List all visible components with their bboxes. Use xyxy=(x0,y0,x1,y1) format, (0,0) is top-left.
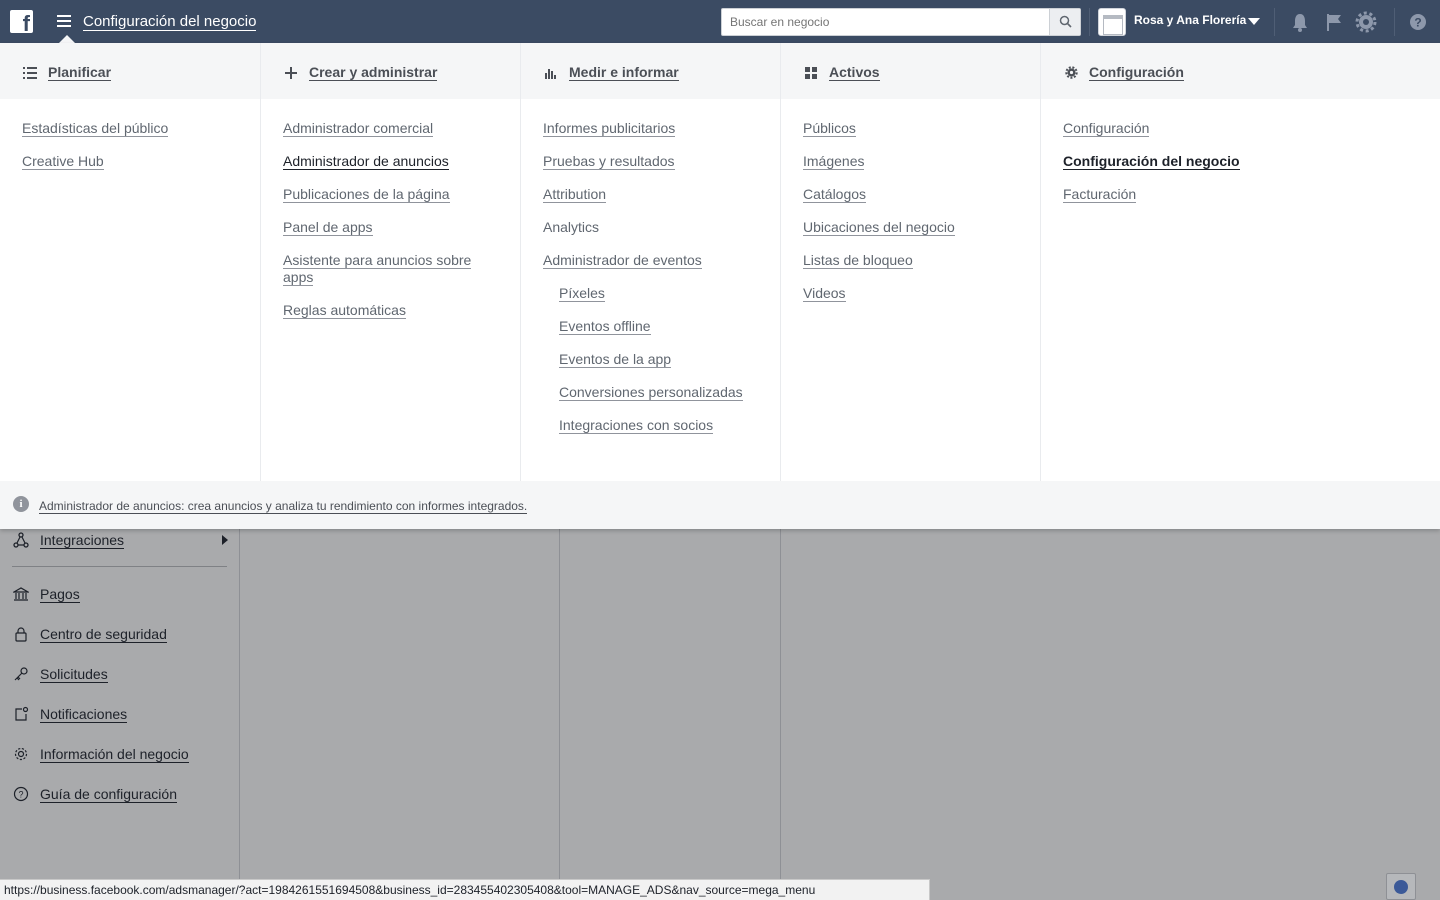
business-account-name[interactable]: Rosa y Ana Florería xyxy=(1134,13,1246,27)
sidebar-item-label: Solicitudes xyxy=(40,665,108,683)
menu-column-medir-e-informar: Medir e informar Informes publicitarios … xyxy=(521,43,781,481)
sidebar-item-label: Información del negocio xyxy=(40,745,189,763)
sidebar-item-label: Integraciones xyxy=(40,531,125,549)
menu-link[interactable]: Creative Hub xyxy=(22,153,237,170)
lock-icon xyxy=(12,625,30,643)
sidebar-item-pagos[interactable]: Pagos xyxy=(12,584,80,604)
mega-menu: Planificar Estadísticas del público Crea… xyxy=(0,43,1440,529)
sidebar-item-label: Pagos xyxy=(40,585,80,603)
settings-gear-icon[interactable] xyxy=(1355,11,1377,33)
menu-link[interactable]: Listas de bloqueo xyxy=(803,252,1018,269)
menu-column-activos: Activos Públicos Imágenes Catálogos Ubic… xyxy=(781,43,1041,481)
sidebar-item-informacion-del-negocio[interactable]: Información del negocio xyxy=(12,744,189,764)
column-divider xyxy=(780,528,781,880)
svg-text:?: ? xyxy=(18,790,23,800)
sidebar-item-integraciones[interactable]: Integraciones xyxy=(12,530,125,550)
menu-link[interactable]: Ubicaciones del negocio xyxy=(803,219,1018,236)
menu-link[interactable]: Imágenes xyxy=(803,153,1018,170)
sidebar-item-label: Centro de seguridad xyxy=(40,625,167,643)
sidebar-item-label: Notificaciones xyxy=(40,705,128,723)
notification-icon xyxy=(12,705,30,723)
menu-link-active[interactable]: Configuración del negocio xyxy=(1063,153,1278,170)
menu-sublink[interactable]: Eventos de la app xyxy=(559,351,774,368)
network-icon xyxy=(12,531,30,549)
search-input[interactable] xyxy=(722,9,1050,35)
column-heading-label: Planificar xyxy=(48,64,112,81)
key-icon xyxy=(12,665,30,683)
chevron-down-icon[interactable] xyxy=(1248,18,1260,25)
menu-column-planificar: Planificar Estadísticas del público Crea… xyxy=(0,43,261,481)
menu-link[interactable]: Administrador comercial xyxy=(283,120,498,137)
column-heading-label: Medir e informar xyxy=(569,64,679,81)
search-icon xyxy=(1059,15,1072,28)
menu-link[interactable]: Attribution xyxy=(543,186,758,203)
page-title[interactable]: Configuración del negocio xyxy=(83,13,257,31)
flag-icon[interactable] xyxy=(1323,11,1345,33)
menu-link[interactable]: Configuración xyxy=(1063,120,1278,137)
menu-link[interactable]: Publicaciones de la página xyxy=(283,186,498,203)
sidebar-item-centro-de-seguridad[interactable]: Centro de seguridad xyxy=(12,624,167,644)
mega-menu-footer: i Administrador de anuncios: crea anunci… xyxy=(0,481,1440,529)
list-icon xyxy=(22,65,38,81)
chevron-right-icon xyxy=(222,535,228,545)
bar-chart-icon xyxy=(543,65,559,81)
sidebar-item-notificaciones[interactable]: Notificaciones xyxy=(12,704,128,724)
menu-column-crear-y-administrar: Crear y administrar Administrador comerc… xyxy=(261,43,521,481)
sidebar-item-solicitudes[interactable]: Solicitudes xyxy=(12,664,108,684)
facebook-logo-icon[interactable]: f xyxy=(10,10,33,33)
column-divider xyxy=(559,528,560,880)
menu-link[interactable]: Informes publicitarios xyxy=(543,120,758,137)
menu-link[interactable]: Videos xyxy=(803,285,1018,302)
help-icon[interactable]: ? xyxy=(1407,11,1429,33)
top-navigation-bar: f Configuración del negocio Rosa y Ana F… xyxy=(0,0,1440,43)
column-heading-configuracion[interactable]: Configuración xyxy=(1063,64,1184,81)
menu-link[interactable]: Catálogos xyxy=(803,186,1018,203)
column-heading-medir-e-informar[interactable]: Medir e informar xyxy=(543,64,679,81)
divider xyxy=(1089,8,1090,36)
divider xyxy=(1274,8,1275,36)
sidebar-divider xyxy=(12,566,227,567)
menu-pointer xyxy=(59,35,75,43)
menu-column-configuracion: Configuración Configuración Configuració… xyxy=(1041,43,1440,481)
menu-link-hovered[interactable]: Administrador de anuncios xyxy=(283,153,498,170)
menu-footer-description[interactable]: Administrador de anuncios: crea anuncios… xyxy=(39,500,528,514)
menu-link[interactable]: Asistente para anuncios sobre apps xyxy=(283,252,498,286)
sidebar-item-label: Guía de configuración xyxy=(40,785,177,803)
search-box[interactable] xyxy=(721,8,1081,36)
column-heading-crear-y-administrar[interactable]: Crear y administrar xyxy=(283,64,438,81)
hamburger-menu-icon[interactable] xyxy=(57,15,71,27)
menu-link[interactable]: Reglas automáticas xyxy=(283,302,498,319)
menu-link[interactable]: Administrador de eventos xyxy=(543,252,758,269)
column-heading-planificar[interactable]: Planificar xyxy=(22,64,112,81)
column-heading-label: Configuración xyxy=(1089,64,1184,81)
status-bar-url: https://business.facebook.com/adsmanager… xyxy=(0,879,930,900)
divider xyxy=(1394,8,1395,36)
column-heading-label: Crear y administrar xyxy=(309,64,438,81)
menu-link[interactable]: Panel de apps xyxy=(283,219,498,236)
column-heading-label: Activos xyxy=(829,64,880,81)
menu-link[interactable]: Facturación xyxy=(1063,186,1278,203)
sidebar-item-guia-de-configuracion[interactable]: ? Guía de configuración xyxy=(12,784,177,804)
svg-text:?: ? xyxy=(1414,16,1421,30)
gear-icon xyxy=(12,745,30,763)
menu-link[interactable]: Estadísticas del público xyxy=(22,120,237,137)
menu-link[interactable]: Pruebas y resultados xyxy=(543,153,758,170)
bell-icon[interactable] xyxy=(1289,11,1311,33)
grid-icon xyxy=(803,65,819,81)
menu-sublink[interactable]: Integraciones con socios xyxy=(559,417,774,434)
bank-icon xyxy=(12,585,30,603)
help-icon: ? xyxy=(12,785,30,803)
business-avatar[interactable] xyxy=(1098,8,1126,36)
info-icon: i xyxy=(13,496,29,512)
menu-sublink[interactable]: Conversiones personalizadas xyxy=(559,384,774,401)
search-button[interactable] xyxy=(1049,9,1080,35)
globe-icon[interactable] xyxy=(1386,873,1416,900)
plus-icon xyxy=(283,65,299,81)
menu-link[interactable]: Públicos xyxy=(803,120,1018,137)
menu-sublink[interactable]: Píxeles xyxy=(559,285,774,302)
menu-sublink[interactable]: Eventos offline xyxy=(559,318,774,335)
column-heading-activos[interactable]: Activos xyxy=(803,64,880,81)
menu-link[interactable]: Analytics xyxy=(543,219,758,236)
gear-icon xyxy=(1063,65,1079,81)
